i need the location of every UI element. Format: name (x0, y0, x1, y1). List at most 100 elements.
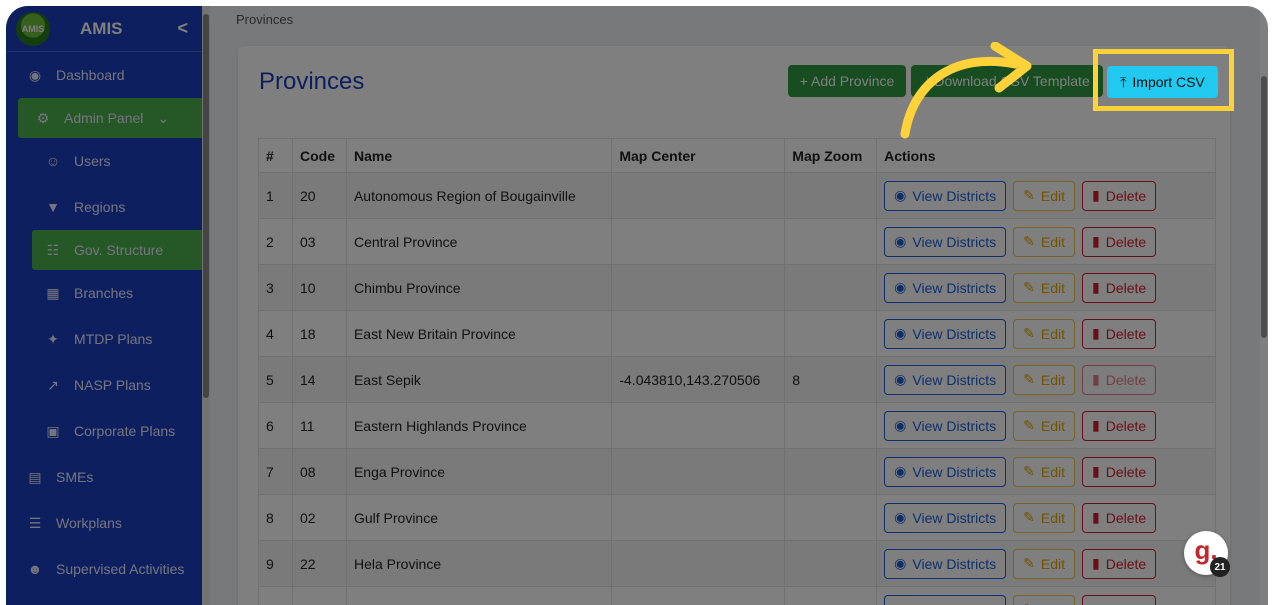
delete-button[interactable]: ▮ Delete (1082, 410, 1157, 441)
cell-actions: ◉ View Districts ✎ Edit ▮ Delete (876, 540, 1216, 587)
brand-logo: AMIS (16, 11, 50, 46)
edit-button[interactable]: ✎ Edit (1013, 502, 1075, 533)
trash-icon: ▮ (1092, 555, 1100, 571)
main-scrollbar-thumb[interactable] (1261, 76, 1267, 338)
store-icon: ▤ (28, 468, 42, 485)
delete-button[interactable]: ▮ Delete (1082, 502, 1157, 533)
edit-icon: ✎ (1023, 463, 1035, 479)
trash-icon: ▮ (1092, 371, 1100, 387)
edit-button[interactable]: ✎ Edit (1013, 226, 1075, 257)
edit-button[interactable]: ✎ Edit (1013, 318, 1075, 349)
sidebar-item-admin-panel[interactable]: ⚙ Admin Panel ⌄ (18, 98, 206, 138)
view-districts-button[interactable]: ◉ View Districts (884, 456, 1007, 487)
table-body: 1 20 Autonomous Region of Bougainville ◉ Vie… (258, 172, 1216, 605)
cell-name: East Sepik (345, 356, 613, 403)
app-window: AMIS AMIS < ◉ Dashboard ⚙ Admin Panel ⌄ ☺ User… (6, 6, 1268, 605)
edit-button[interactable]: ✎ Edit (1013, 548, 1075, 579)
view-districts-button[interactable]: ◉ View Districts (884, 318, 1007, 349)
delete-button-label: Delete (1105, 279, 1147, 296)
users-icon: ☺ (45, 153, 61, 169)
delete-button[interactable]: ▮ Delete (1082, 180, 1157, 211)
delete-button[interactable]: ▮ Delete (1082, 318, 1157, 349)
view-districts-button[interactable]: ◉ View Districts (884, 410, 1007, 441)
view-districts-button-label: View Districts (912, 602, 996, 605)
building-icon: ▦ (46, 284, 60, 301)
delete-button[interactable]: ▮ Delete (1082, 548, 1157, 579)
cell-code: 20 (291, 172, 347, 219)
edit-button[interactable]: ✎ Edit (1013, 272, 1075, 303)
sidebar-item-nasp-plans[interactable]: ↗ NASP Plans (6, 362, 206, 408)
cell-zoom (784, 494, 878, 541)
table-row: 4 18 East New Britain Province ◉ View Distri… (258, 310, 1216, 357)
view-districts-button[interactable]: ◉ View Districts (884, 180, 1007, 211)
sidebar-item-branches[interactable]: ▦ Branches (6, 270, 206, 316)
sidebar-item-gov-structure[interactable]: ☷ Gov. Structure (32, 230, 206, 270)
edit-button[interactable]: ✎ Edit (1013, 364, 1075, 395)
edit-button-label: Edit (1040, 187, 1065, 204)
sidebar-item-supervised-activities[interactable]: ☻ Supervised Activities (6, 546, 206, 592)
add-province-button[interactable]: + Add Province (788, 65, 906, 97)
view-districts-button[interactable]: ◉ View Districts (884, 364, 1007, 395)
main-scrollbar[interactable] (1260, 6, 1268, 605)
sidebar-item-workplans[interactable]: ☰ Workplans (6, 500, 206, 546)
sidebar-item-regions[interactable]: ▼ Regions (6, 184, 206, 230)
sidebar-item-corporate-plans[interactable]: ▣ Corporate Plans (6, 408, 206, 454)
sidebar-scrollbar[interactable] (202, 6, 210, 605)
chart-line-icon: ↗ (47, 376, 59, 393)
sidebar-item-mtdp-plans[interactable]: ✦ MTDP Plans (6, 316, 206, 362)
sidebar-item-dashboard[interactable]: ◉ Dashboard (6, 52, 206, 98)
sidebar-scrollbar-thumb[interactable] (203, 14, 209, 398)
guide-launcher[interactable]: g. 21 (1184, 531, 1230, 577)
edit-button[interactable]: ✎ Edit (1013, 594, 1075, 605)
view-districts-button-label: View Districts (912, 555, 997, 572)
cell-name: Central Province (345, 218, 613, 265)
cell-name: Hela Province (345, 540, 613, 587)
view-districts-button[interactable]: ◉ View Districts (884, 272, 1007, 303)
column-header: Actions (876, 138, 1216, 173)
sidebar-item-label: MTDP Plans (74, 331, 153, 347)
delete-button[interactable]: ▮ Delete (1082, 226, 1157, 257)
edit-icon: ✎ (1023, 233, 1035, 249)
view-districts-button[interactable]: ◉ View Districts (884, 594, 1007, 605)
delete-button[interactable]: ▮ Delete (1082, 364, 1157, 395)
view-districts-button-label: View Districts (912, 325, 997, 342)
edit-button-label: Edit (1040, 325, 1065, 342)
table-row: 5 14 East Sepik -4.043810,143.270506 8 ◉ View … (258, 356, 1216, 403)
cell-name: Enga Province (345, 448, 613, 495)
eye-icon: ◉ (894, 371, 907, 387)
cell-n: 2 (258, 218, 293, 265)
cell-name: Autonomous Region of Bougainville (345, 172, 613, 219)
edit-button-label: Edit (1040, 509, 1065, 526)
sidebar-item-label: SMEs (56, 469, 94, 485)
edit-button[interactable]: ✎ Edit (1013, 456, 1075, 487)
view-districts-button[interactable]: ◉ View Districts (884, 502, 1007, 533)
trash-icon: ▮ (1092, 325, 1100, 341)
sidebar-item-smes[interactable]: ▤ SMEs (6, 454, 206, 500)
cell-code: 13 (291, 586, 347, 605)
delete-button[interactable]: ▮ Delete (1082, 456, 1157, 487)
edit-icon: ✎ (1023, 187, 1035, 203)
row-actions: ◉ View Districts ✎ Edit ▮ Delete (884, 265, 1208, 310)
column-header: Map Center (611, 138, 786, 173)
view-districts-button[interactable]: ◉ View Districts (884, 548, 1007, 579)
edit-button-label: Edit (1040, 233, 1065, 250)
import-csv-highlighted-button[interactable]: ⤒ Import CSV (1107, 66, 1218, 98)
chevron-down-icon: ⌄ (157, 109, 170, 126)
row-actions: ◉ View Districts ✎ Edit ▮ Delete (884, 449, 1208, 494)
sidebar-collapse-icon[interactable]: < (177, 18, 188, 39)
view-districts-button[interactable]: ◉ View Districts (884, 226, 1007, 257)
sidebar-brand: AMIS AMIS < (6, 6, 206, 52)
cell-center: -4.043810,143.270506 (611, 356, 786, 403)
list-icon: ☰ (28, 514, 42, 531)
column-header: # (258, 138, 293, 173)
cell-zoom (784, 540, 878, 587)
delete-button[interactable]: ▮ Delete (1082, 272, 1157, 303)
pointer-arrow-icon (900, 42, 1032, 139)
cell-actions: ◉ View Districts ✎ Edit ▮ Delete (876, 494, 1216, 541)
delete-button[interactable]: ▮ Delete (1082, 594, 1157, 605)
edit-button[interactable]: ✎ Edit (1013, 180, 1075, 211)
delete-button-label: Delete (1105, 555, 1147, 572)
sidebar-item-users[interactable]: ☺ Users (6, 138, 206, 184)
cell-zoom (784, 264, 878, 311)
edit-button[interactable]: ✎ Edit (1013, 410, 1075, 441)
